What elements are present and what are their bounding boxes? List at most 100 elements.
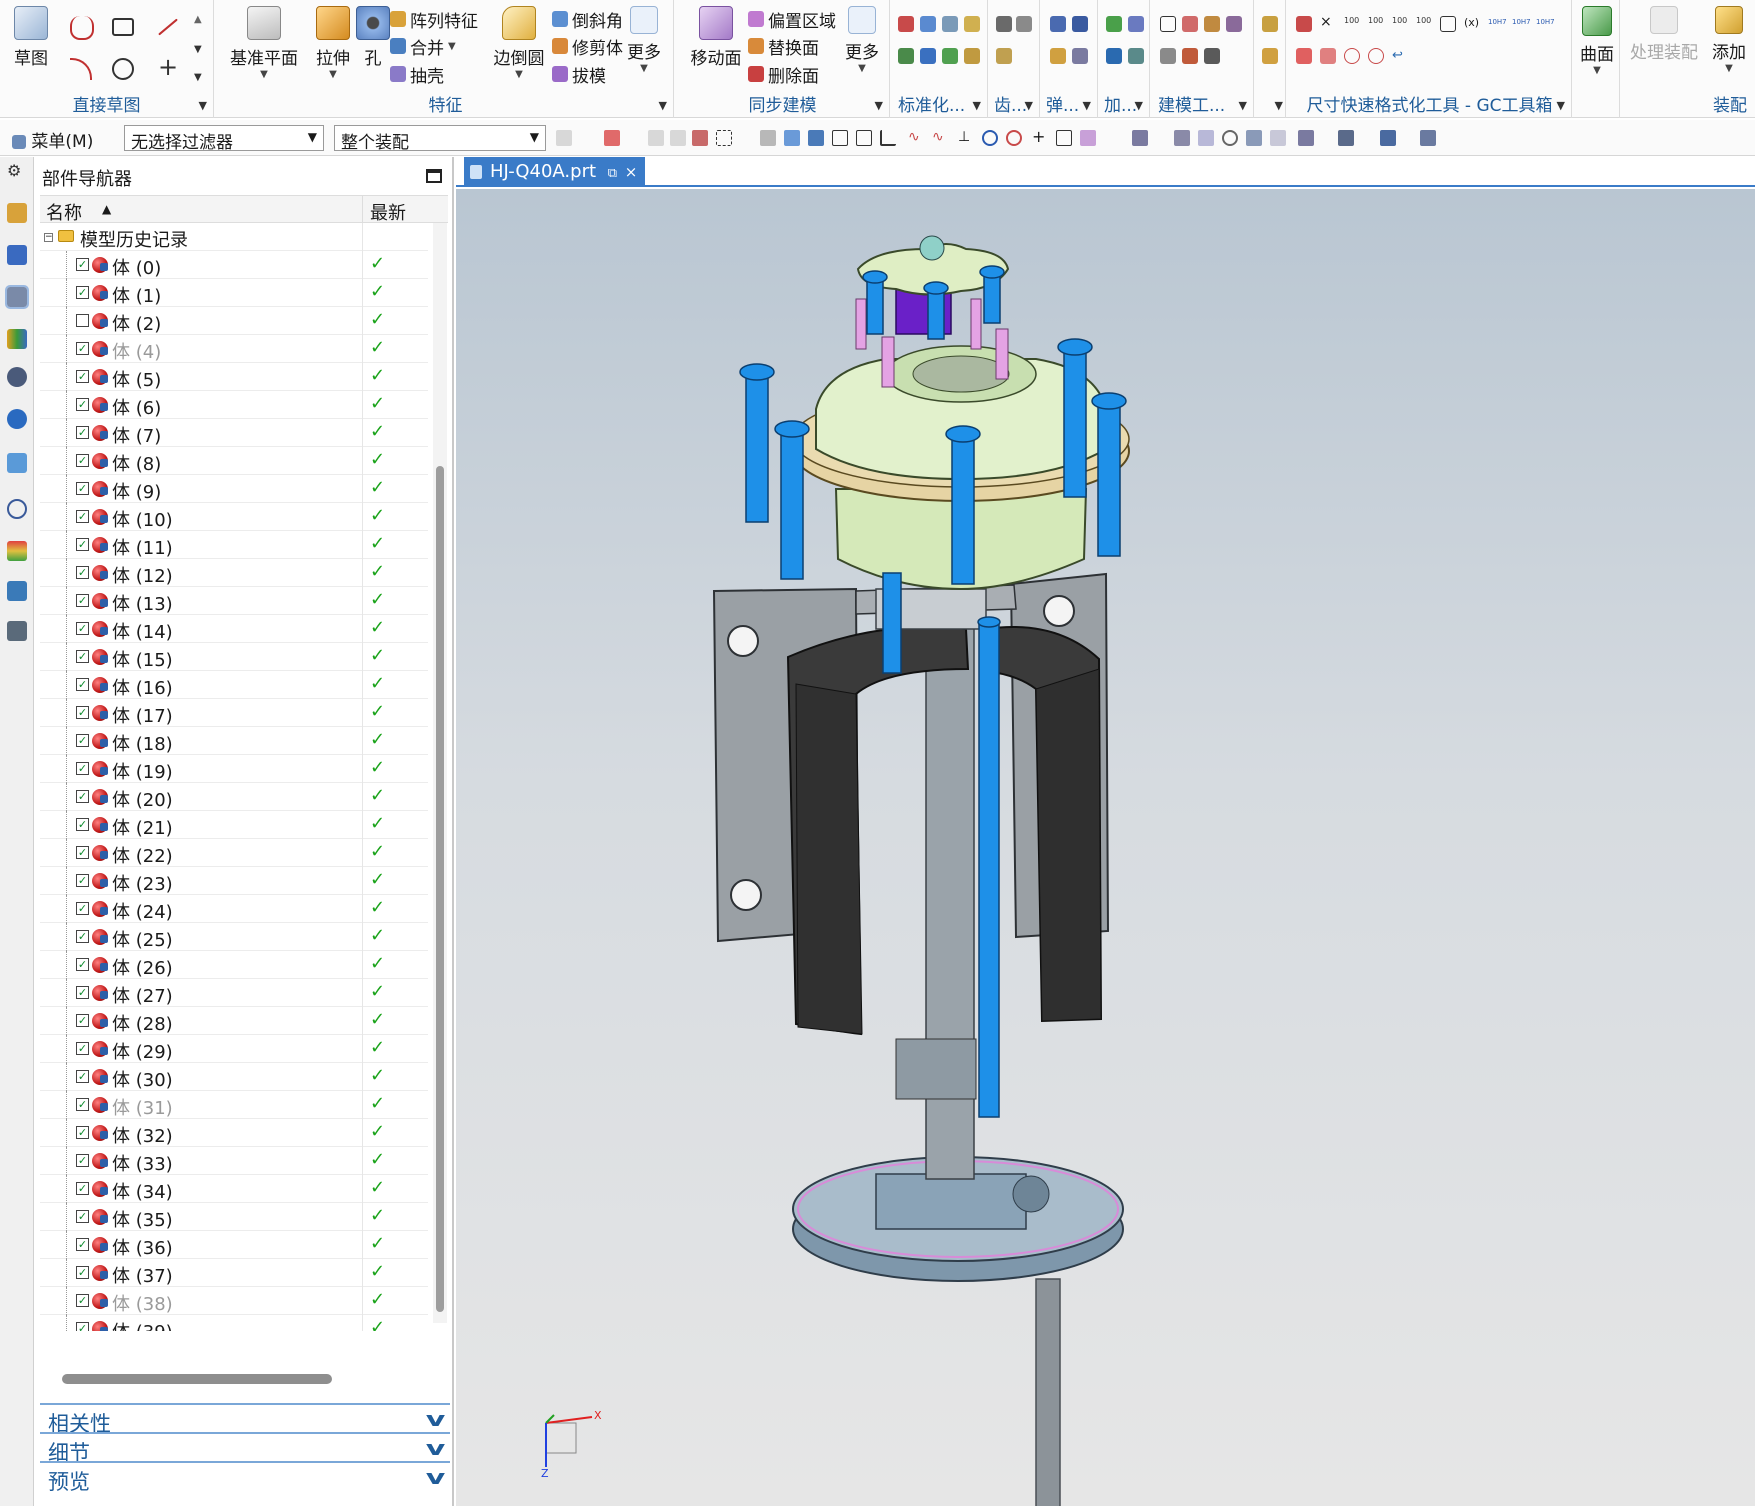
visibility-checkbox[interactable]: ✓ — [76, 986, 89, 999]
undock-icon[interactable]: ⧉ — [608, 166, 617, 181]
web-browser-icon[interactable] — [7, 453, 27, 473]
document-tab[interactable]: HJ-Q40A.prt ⧉ × — [464, 157, 646, 187]
visibility-checkbox[interactable]: ✓ — [76, 482, 89, 495]
reuse-library-icon[interactable] — [7, 329, 27, 349]
preview-panel[interactable]: 预览 v — [40, 1461, 450, 1494]
dim-icon[interactable] — [1296, 48, 1312, 64]
part-navigator-icon[interactable] — [5, 285, 29, 309]
offset-region-button[interactable]: 偏置区域 — [748, 6, 836, 32]
add-component-button[interactable]: 添加 ▼ — [1704, 6, 1754, 74]
tool-icon[interactable] — [964, 16, 980, 32]
roles-icon[interactable] — [7, 581, 27, 601]
chevron-down-icon[interactable]: ▼ — [199, 99, 207, 112]
pattern-feature-button[interactable]: 阵列特征 — [390, 6, 478, 32]
dim-icon[interactable]: (x) — [1464, 16, 1480, 32]
tree-node-body[interactable]: ✓ 体 (20) ✓ — [40, 783, 428, 811]
sketch-button[interactable]: 草图 — [0, 6, 62, 69]
visibility-checkbox[interactable]: ✓ — [76, 846, 89, 859]
tree-node-body[interactable]: ✓ 体 (17) ✓ — [40, 699, 428, 727]
snap-quadrant-icon[interactable] — [1006, 130, 1022, 146]
chevron-down-icon[interactable]: ▼ — [1083, 99, 1091, 112]
snap-curve-icon[interactable]: ∿ — [908, 130, 924, 146]
visibility-checkbox[interactable]: ✓ — [76, 594, 89, 607]
chevron-down-icon[interactable]: ▼ — [659, 99, 667, 112]
palette-icon[interactable] — [7, 541, 27, 561]
visibility-checkbox[interactable]: ✓ — [76, 1322, 89, 1331]
tree-node-body[interactable]: ✓ 体 (30) ✓ — [40, 1063, 428, 1091]
dim-icon[interactable] — [1368, 48, 1384, 64]
rotate-icon[interactable] — [1222, 130, 1238, 146]
tool-icon[interactable] — [942, 16, 958, 32]
view-icon[interactable] — [760, 130, 776, 146]
selection-scope-dropdown[interactable]: 整个装配 ▼ — [334, 125, 546, 153]
gear-icon[interactable] — [1016, 16, 1032, 32]
tree-node-body[interactable]: ✓ 体 (21) ✓ — [40, 811, 428, 839]
snap-center-icon[interactable] — [982, 130, 998, 146]
visibility-checkbox[interactable] — [76, 314, 89, 327]
snap-curve-icon[interactable] — [880, 130, 896, 146]
draft-button[interactable]: 拔模 — [552, 61, 606, 87]
visibility-checkbox[interactable]: ✓ — [76, 1154, 89, 1167]
spring-icon[interactable] — [1072, 48, 1088, 64]
dim-icon[interactable]: × — [1320, 14, 1336, 30]
shell-button[interactable]: 抽壳 — [390, 61, 444, 87]
column-divider[interactable] — [362, 196, 363, 224]
spring-icon[interactable] — [1050, 16, 1066, 32]
visibility-checkbox[interactable]: ✓ — [76, 1098, 89, 1111]
visibility-checkbox[interactable]: ✓ — [76, 1126, 89, 1139]
horizontal-scrollbar-thumb[interactable] — [62, 1374, 332, 1384]
tree-node-body[interactable]: ✓ 体 (12) ✓ — [40, 559, 428, 587]
view-icon[interactable] — [1174, 130, 1190, 146]
dim-icon[interactable] — [1344, 48, 1360, 64]
tree-node-body[interactable]: ✓ 体 (0) ✓ — [40, 251, 428, 279]
triangle-icon[interactable] — [1160, 16, 1176, 32]
visibility-checkbox[interactable]: ✓ — [76, 818, 89, 831]
tree-node-body[interactable]: ✓ 体 (26) ✓ — [40, 951, 428, 979]
tree-node-body[interactable]: ✓ 体 (31) ✓ — [40, 1091, 428, 1119]
chevron-down-icon[interactable]: v — [426, 1436, 446, 1460]
visibility-checkbox[interactable]: ✓ — [76, 1182, 89, 1195]
tree-node-body[interactable]: ✓ 体 (16) ✓ — [40, 671, 428, 699]
visibility-checkbox[interactable]: ✓ — [76, 538, 89, 551]
system-scene-icon[interactable] — [7, 621, 27, 641]
replace-face-button[interactable]: 替换面 — [748, 33, 819, 59]
tree-node-body[interactable]: ✓ 体 (38) ✓ — [40, 1287, 428, 1315]
tool-icon[interactable] — [898, 16, 914, 32]
snap-line-icon[interactable] — [1056, 130, 1072, 146]
visibility-checkbox[interactable]: ✓ — [76, 398, 89, 411]
dim-icon[interactable] — [1440, 16, 1456, 32]
visibility-checkbox[interactable]: ✓ — [76, 706, 89, 719]
scrollbar-thumb[interactable] — [436, 466, 444, 1312]
visibility-checkbox[interactable]: ✓ — [76, 790, 89, 803]
history-icon[interactable] — [7, 499, 27, 519]
visibility-checkbox[interactable]: ✓ — [76, 930, 89, 943]
visibility-checkbox[interactable]: ✓ — [76, 874, 89, 887]
move-face-button[interactable]: 移动面 — [680, 6, 752, 69]
visibility-checkbox[interactable]: ✓ — [76, 958, 89, 971]
snap-icon[interactable] — [648, 130, 664, 146]
chevron-down-icon[interactable]: v — [426, 1465, 446, 1489]
view-manager-icon[interactable] — [7, 367, 27, 387]
tree-node-body[interactable]: ✓ 体 (28) ✓ — [40, 1007, 428, 1035]
tree-node-body[interactable]: ✓ 体 (19) ✓ — [40, 755, 428, 783]
line-icon[interactable] — [158, 18, 178, 36]
tree-node-body[interactable]: ✓ 体 (22) ✓ — [40, 839, 428, 867]
visibility-checkbox[interactable]: ✓ — [76, 1238, 89, 1251]
snap-point-icon[interactable] — [808, 130, 824, 146]
tool-icon[interactable] — [1226, 16, 1242, 32]
feature-more-button[interactable]: 更多 ▼ — [618, 6, 670, 74]
tool-icon[interactable] — [1262, 48, 1278, 64]
gear-icon[interactable]: ⚙ — [7, 163, 27, 183]
view-icon[interactable] — [1246, 130, 1262, 146]
visibility-checkbox[interactable]: ✓ — [76, 1266, 89, 1279]
graphics-window[interactable]: X Z — [456, 189, 1755, 1506]
visibility-checkbox[interactable]: ✓ — [76, 370, 89, 383]
tree-node-body[interactable]: ✓ 体 (25) ✓ — [40, 923, 428, 951]
rectangle-icon[interactable] — [112, 18, 134, 36]
tree-node-body[interactable]: ✓ 体 (18) ✓ — [40, 727, 428, 755]
visibility-checkbox[interactable]: ✓ — [76, 1042, 89, 1055]
visibility-checkbox[interactable]: ✓ — [76, 566, 89, 579]
tree-node-body[interactable]: ✓ 体 (6) ✓ — [40, 391, 428, 419]
tree-node-body[interactable]: ✓ 体 (37) ✓ — [40, 1259, 428, 1287]
view-triad[interactable]: X Z — [536, 1409, 606, 1479]
